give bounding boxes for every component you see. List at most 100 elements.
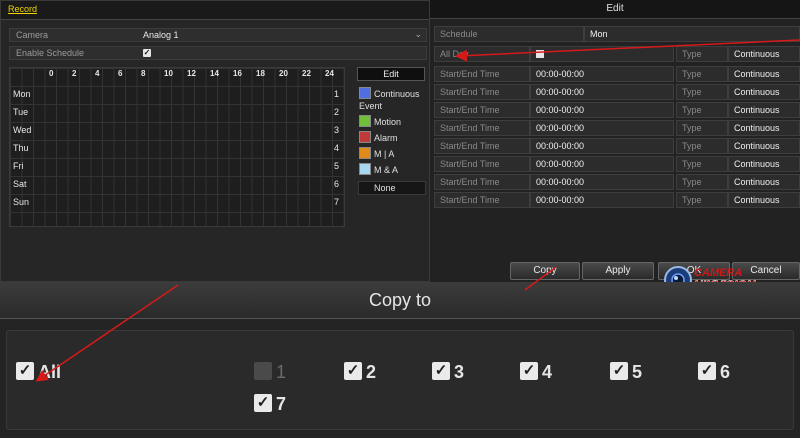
type-label: Type — [676, 102, 728, 118]
copy-to-body — [6, 330, 794, 430]
schedule-label: Schedule — [434, 26, 584, 42]
copy-day-checkbox[interactable]: ✓ — [344, 362, 362, 380]
motion-and-alarm-swatch[interactable] — [359, 163, 371, 175]
day-label: Mon — [13, 89, 31, 99]
copy-day-checkbox[interactable]: ✓ — [432, 362, 450, 380]
start-end-time-label: Start/End Time — [434, 174, 530, 190]
day-number: 6 — [334, 179, 340, 189]
copy-day-label: 5 — [632, 362, 643, 382]
day-label: Wed — [13, 125, 32, 135]
hour-tick-label: 8 — [141, 69, 146, 78]
allday-type-label: Type — [676, 46, 728, 62]
hour-tick-label: 2 — [72, 69, 77, 78]
copy-day-label: 7 — [276, 394, 287, 414]
type-label: Type — [676, 174, 728, 190]
schedule-edit-button[interactable]: Edit — [357, 67, 425, 81]
time-range-input[interactable]: 00:00-00:00 — [530, 66, 674, 82]
motion-or-alarm-swatch[interactable] — [359, 147, 371, 159]
hour-tick-label: 22 — [302, 69, 311, 78]
hour-tick-label: 24 — [325, 69, 334, 78]
edit-titlebar: Edit — [430, 0, 800, 19]
time-range-input[interactable]: 00:00-00:00 — [530, 174, 674, 190]
motion-and-alarm-label: M & A — [374, 165, 399, 175]
type-select[interactable]: Continuous — [728, 102, 800, 118]
copy-all-checkbox[interactable]: ✓ — [16, 362, 34, 380]
time-range-input[interactable]: 00:00-00:00 — [530, 102, 674, 118]
type-label: Type — [676, 66, 728, 82]
copy-day-label: 3 — [454, 362, 465, 382]
tab-record[interactable]: Record — [8, 4, 37, 14]
type-select[interactable]: Continuous — [728, 120, 800, 136]
hour-tick-label: 12 — [187, 69, 196, 78]
type-label: Type — [676, 138, 728, 154]
time-range-input[interactable]: 00:00-00:00 — [530, 138, 674, 154]
copy-day-checkbox[interactable] — [254, 362, 272, 380]
day-number: 7 — [334, 197, 340, 207]
hour-tick-label: 10 — [164, 69, 173, 78]
alarm-label: Alarm — [374, 133, 398, 143]
chevron-down-icon[interactable]: ⌄ — [414, 29, 422, 40]
day-number: 2 — [334, 107, 340, 117]
type-select[interactable]: Continuous — [728, 66, 800, 82]
day-label: Fri — [13, 161, 24, 171]
day-label: Sun — [13, 197, 30, 207]
hour-tick-label: 6 — [118, 69, 123, 78]
camera-label: Camera — [16, 30, 49, 40]
continuous-label: Continuous — [374, 89, 420, 99]
schedule-day-select[interactable]: Mon — [584, 26, 800, 42]
hour-tick-label: 4 — [95, 69, 100, 78]
type-select[interactable]: Continuous — [728, 84, 800, 100]
copy-day-checkbox[interactable]: ✓ — [254, 394, 272, 412]
none-label: None — [374, 183, 396, 193]
time-range-input[interactable]: 00:00-00:00 — [530, 84, 674, 100]
allday-type-select[interactable]: Continuous — [728, 46, 800, 62]
copy-day-label: 1 — [276, 362, 287, 382]
start-end-time-label: Start/End Time — [434, 192, 530, 208]
type-select[interactable]: Continuous — [728, 138, 800, 154]
edit-dialog: Edit Schedule Mon All Day Type Continuou… — [430, 0, 800, 282]
continuous-swatch[interactable] — [359, 87, 371, 99]
apply-button[interactable]: Apply — [582, 262, 654, 280]
type-label: Type — [676, 120, 728, 136]
hour-tick-label: 18 — [256, 69, 265, 78]
time-range-input[interactable]: 00:00-00:00 — [530, 120, 674, 136]
camera-select[interactable]: Analog 1 — [143, 30, 179, 40]
day-number: 1 — [334, 89, 340, 99]
type-select[interactable]: Continuous — [728, 174, 800, 190]
hour-tick-label: 14 — [210, 69, 219, 78]
type-label: Type — [676, 84, 728, 100]
copy-day-checkbox[interactable]: ✓ — [520, 362, 538, 380]
type-select[interactable]: Continuous — [728, 192, 800, 208]
time-range-input[interactable]: 00:00-00:00 — [530, 192, 674, 208]
copy-button[interactable]: Copy — [510, 262, 580, 280]
all-day-cell — [530, 46, 674, 62]
day-number: 4 — [334, 143, 340, 153]
motion-label: Motion — [374, 117, 402, 127]
copy-all-label: All — [38, 362, 62, 382]
copy-to-dialog: Copy to ✓ All 1 ✓ 2 ✓ 3 ✓ 4 ✓ 5 ✓ 6 ✓ 7 — [0, 282, 800, 438]
time-range-input[interactable]: 00:00-00:00 — [530, 156, 674, 172]
type-select[interactable]: Continuous — [728, 156, 800, 172]
copy-to-titlebar: Copy to — [0, 282, 800, 319]
hour-tick-label: 20 — [279, 69, 288, 78]
day-label: Sat — [13, 179, 27, 189]
motion-swatch[interactable] — [359, 115, 371, 127]
enable-schedule-checkbox[interactable]: ✓ — [143, 49, 151, 57]
copy-day-label: 6 — [720, 362, 731, 382]
start-end-time-label: Start/End Time — [434, 84, 530, 100]
schedule-grid[interactable] — [9, 67, 345, 227]
day-label: Thu — [13, 143, 29, 153]
start-end-time-label: Start/End Time — [434, 156, 530, 172]
all-day-checkbox[interactable] — [536, 50, 544, 58]
copy-day-label: 4 — [542, 362, 553, 382]
alarm-swatch[interactable] — [359, 131, 371, 143]
all-day-label: All Day — [434, 46, 530, 62]
copy-day-checkbox[interactable]: ✓ — [610, 362, 628, 380]
copy-day-checkbox[interactable]: ✓ — [698, 362, 716, 380]
enable-schedule-label: Enable Schedule — [16, 48, 85, 58]
hour-tick-label: 16 — [233, 69, 242, 78]
camera-row[interactable]: Camera Analog 1 ⌄ — [9, 28, 427, 42]
start-end-time-label: Start/End Time — [434, 120, 530, 136]
record-tabbar: Record — [1, 1, 429, 20]
day-label: Tue — [13, 107, 29, 117]
